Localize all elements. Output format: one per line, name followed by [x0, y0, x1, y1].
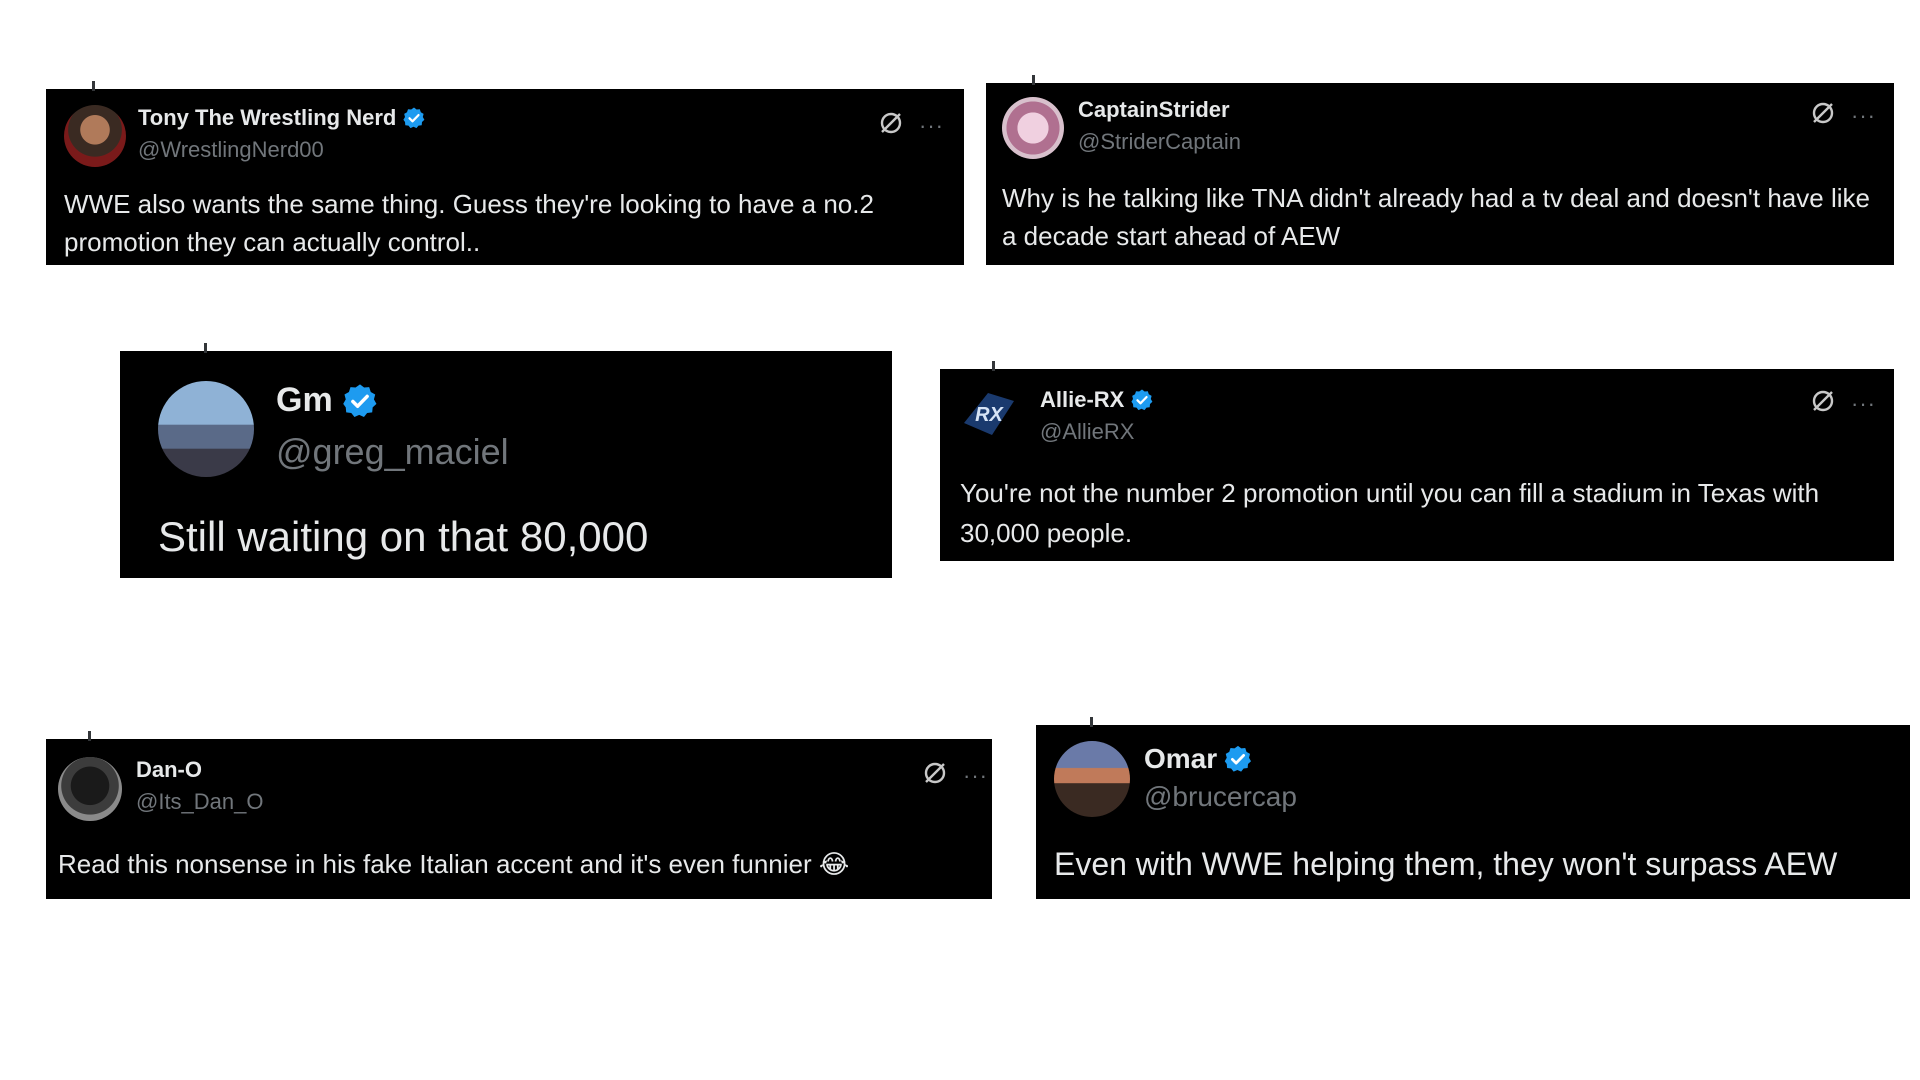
tweet-text-row: Read this nonsense in his fake Italian a…: [58, 845, 978, 883]
avatar[interactable]: [1054, 741, 1130, 817]
tweet-card-stridercaptain[interactable]: CaptainStrider @StriderCaptain ··· Why i…: [986, 75, 1894, 265]
tweet-text: Still waiting on that 80,000: [158, 513, 649, 560]
display-name[interactable]: Tony The Wrestling Nerd: [138, 105, 396, 131]
avatar[interactable]: RX: [958, 383, 1020, 445]
grok-slashed-circle-icon[interactable]: [1809, 387, 1837, 420]
display-name[interactable]: CaptainStrider: [1078, 97, 1230, 123]
thread-line: [992, 361, 995, 371]
handle[interactable]: @Its_Dan_O: [136, 789, 264, 815]
handle[interactable]: @brucercap: [1144, 781, 1297, 813]
more-options-icon[interactable]: ···: [1851, 392, 1876, 415]
more-options-icon[interactable]: ···: [963, 764, 988, 787]
display-name[interactable]: Omar: [1144, 743, 1217, 775]
tweet-text: Even with WWE helping them, they won't s…: [1054, 846, 1838, 882]
verified-badge-icon: [402, 106, 426, 130]
tweet-card-greg-maciel[interactable]: Gm @greg_maciel Still waiting on that 80…: [120, 343, 892, 578]
avatar[interactable]: [64, 105, 126, 167]
tweet-text: Why is he talking like TNA didn't alread…: [1002, 183, 1870, 251]
tweet-card-wrestlingnerd[interactable]: Tony The Wrestling Nerd @WrestlingNerd00…: [46, 81, 964, 265]
thread-line: [1032, 75, 1035, 85]
tweet-text: Read this nonsense in his fake Italian a…: [58, 849, 812, 879]
svg-text:RX: RX: [975, 404, 1004, 426]
verified-badge-icon: [341, 382, 379, 420]
thread-line: [204, 343, 207, 353]
tweet-card-allierx[interactable]: RX Allie-RX @AllieRX ··· You're not the …: [940, 361, 1894, 561]
laughing-emoji-icon: 😂: [818, 849, 850, 879]
more-options-icon[interactable]: ···: [1851, 104, 1876, 127]
verified-badge-icon: [1130, 388, 1154, 412]
display-name[interactable]: Allie-RX: [1040, 387, 1124, 413]
more-options-icon[interactable]: ···: [919, 114, 944, 137]
avatar[interactable]: [1002, 97, 1064, 159]
display-name[interactable]: Gm: [276, 381, 333, 420]
thread-line: [1090, 717, 1093, 727]
verified-badge-icon: [1223, 744, 1253, 774]
grok-slashed-circle-icon[interactable]: [877, 109, 905, 142]
thread-line: [92, 81, 95, 91]
grok-slashed-circle-icon[interactable]: [921, 759, 949, 792]
handle[interactable]: @StriderCaptain: [1078, 129, 1241, 155]
handle[interactable]: @WrestlingNerd00: [138, 137, 324, 163]
tweet-card-brucercap[interactable]: Omar @brucercap Even with WWE helping th…: [1036, 717, 1910, 899]
handle[interactable]: @AllieRX: [1040, 419, 1134, 445]
tweet-card-its-dan-o[interactable]: Dan-O @Its_Dan_O ··· Read this nonsense …: [46, 731, 992, 899]
thread-line: [88, 731, 91, 741]
tweet-text: WWE also wants the same thing. Guess the…: [64, 189, 874, 257]
handle[interactable]: @greg_maciel: [276, 431, 509, 473]
tweet-text: You're not the number 2 promotion until …: [960, 478, 1820, 548]
avatar[interactable]: [158, 381, 254, 477]
avatar[interactable]: [58, 757, 122, 821]
grok-slashed-circle-icon[interactable]: [1809, 99, 1837, 132]
display-name[interactable]: Dan-O: [136, 757, 202, 783]
